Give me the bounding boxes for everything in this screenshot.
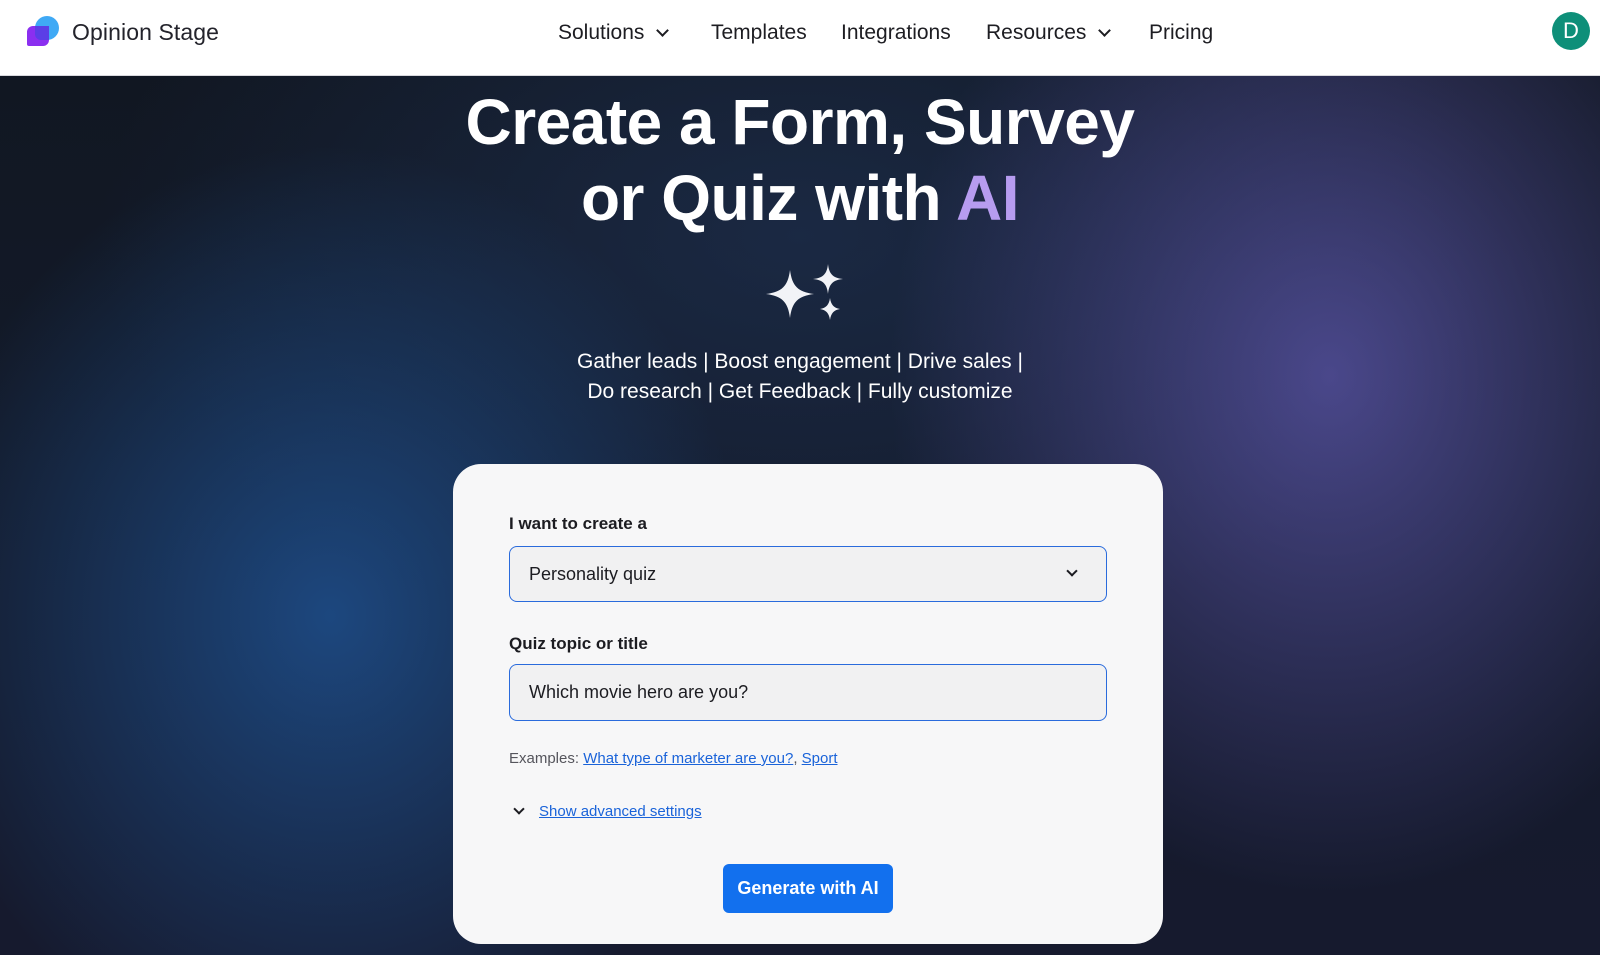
headline-line-2-prefix: or Quiz with [580,162,957,234]
nav-pricing[interactable]: Pricing [1149,18,1213,48]
opinion-stage-logo-icon [24,16,62,48]
user-avatar[interactable]: D [1552,12,1590,50]
chevron-down-icon [1098,24,1112,37]
sparkles-icon [766,264,843,320]
examples-line: Examples: What type of marketer are you?… [509,750,838,767]
brand-name: Opinion Stage [72,18,220,45]
nav-resources[interactable]: Resources [986,18,1112,48]
examples-prefix: Examples: [509,750,584,767]
chevron-down-icon [656,24,670,37]
hero-headline: Create a Form, Survey or Quiz with AI [0,84,1600,236]
create-type-select[interactable]: Personality quiz [509,546,1107,602]
show-advanced-settings-toggle[interactable]: Show advanced settings [511,800,702,822]
nav-resources-label: Resources [986,21,1087,44]
nav-pricing-label: Pricing [1149,21,1214,44]
ai-generator-card: I want to create a Personality quiz Quiz… [453,464,1163,944]
tagline-line-2: Do research | Get Feedback | Fully custo… [587,380,1013,403]
examples-separator: , [793,750,802,767]
topic-input[interactable] [509,664,1107,721]
chevron-down-icon [1066,565,1078,577]
generate-with-ai-button[interactable]: Generate with AI [723,864,893,913]
nav-integrations[interactable]: Integrations [841,18,951,48]
example-link-marketer[interactable]: What type of marketer are you? [583,750,793,767]
nav-templates-label: Templates [711,21,807,44]
brand-logo[interactable]: Opinion Stage [24,16,219,48]
nav-templates[interactable]: Templates [711,18,807,48]
nav-solutions-label: Solutions [558,21,645,44]
chevron-down-icon [513,802,525,815]
site-header: Opinion Stage Solutions Templates Integr… [0,0,1600,76]
nav-solutions[interactable]: Solutions [558,18,670,48]
hero-section: Create a Form, Survey or Quiz with AI Ga… [0,76,1600,955]
tagline-line-1: Gather leads | Boost engagement | Drive … [577,350,1023,373]
create-type-label: I want to create a [509,514,647,533]
headline-line-1: Create a Form, Survey [465,86,1135,158]
example-link-sport[interactable]: Sport [802,750,838,767]
hero-tagline: Gather leads | Boost engagement | Drive … [0,347,1600,407]
show-advanced-settings-link: Show advanced settings [539,802,702,820]
nav-integrations-label: Integrations [841,21,951,44]
topic-label: Quiz topic or title [509,634,648,653]
headline-ai-accent: AI [956,162,1020,234]
create-type-value: Personality quiz [529,564,657,584]
